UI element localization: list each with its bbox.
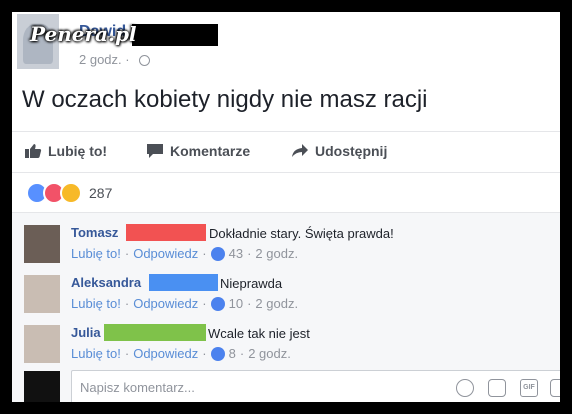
reactions-summary[interactable]: 287	[26, 182, 112, 204]
comment-text: Wcale tak nie jest	[208, 326, 310, 341]
comment-meta: Lubię to! · Odpowiedz · 43 · 2 godz.	[71, 246, 299, 261]
post-meta: 2 godz. ·	[79, 52, 151, 67]
commenter-avatar[interactable]	[24, 225, 60, 263]
gif-icon[interactable]: GIF	[520, 379, 538, 397]
divider	[12, 131, 560, 132]
share-button[interactable]: Udostępnij	[291, 143, 387, 159]
comment-reply-link[interactable]: Odpowiedz	[133, 296, 198, 311]
redaction-bar	[104, 324, 206, 341]
redaction-bar	[149, 274, 218, 291]
current-user-avatar	[24, 371, 60, 402]
comment-label: Komentarze	[170, 143, 251, 159]
haha-reaction-icon	[60, 182, 82, 204]
commenter-avatar[interactable]	[24, 325, 60, 363]
comment-button[interactable]: Komentarze	[146, 143, 250, 159]
comment-meta: Lubię to! · Odpowiedz · 8 · 2 godz.	[71, 346, 291, 361]
like-reaction-icon	[210, 296, 225, 311]
comment-like-link[interactable]: Lubię to!	[71, 346, 121, 361]
share-label: Udostępnij	[315, 143, 388, 159]
commenter-avatar[interactable]	[24, 275, 60, 313]
divider	[12, 172, 560, 173]
comment-input[interactable]: Napisz komentarz... GIF	[71, 370, 560, 402]
comment-item: Julia Wcale tak nie jest Lubię to! · Odp…	[12, 323, 560, 373]
comment-text: Dokładnie stary. Święta prawda!	[209, 226, 394, 241]
like-button[interactable]: Lubię to!	[24, 143, 107, 159]
comment-reply-link[interactable]: Odpowiedz	[133, 246, 198, 261]
comment-like-count[interactable]: 10	[229, 296, 243, 311]
comment-meta: Lubię to! · Odpowiedz · 10 · 2 godz.	[71, 296, 299, 311]
reaction-count: 287	[89, 185, 113, 201]
comments-section: Tomasz Dokładnie stary. Święta prawda! L…	[12, 212, 560, 402]
post-actions: Lubię to! Komentarze Udostępnij	[12, 138, 560, 168]
like-reaction-icon	[210, 246, 225, 261]
watermark-logo: Penera.pl	[30, 22, 137, 46]
sticker-icon[interactable]	[550, 379, 560, 397]
comment-time[interactable]: 2 godz.	[255, 246, 298, 261]
comment-reply-link[interactable]: Odpowiedz	[133, 346, 198, 361]
commenter-name[interactable]: Tomasz	[71, 225, 118, 240]
emoji-icon[interactable]	[456, 379, 474, 397]
post-time[interactable]: 2 godz. ·	[79, 52, 130, 67]
facebook-post: Penera.pl Dawid 2 godz. · W oczach kobie…	[12, 12, 560, 402]
comment-like-count[interactable]: 43	[229, 246, 243, 261]
comment-like-link[interactable]: Lubię to!	[71, 296, 121, 311]
comment-like-link[interactable]: Lubię to!	[71, 246, 121, 261]
thumbs-up-icon	[25, 144, 42, 158]
comment-bubble-icon	[147, 144, 163, 158]
share-arrow-icon	[292, 144, 308, 157]
comment-time[interactable]: 2 godz.	[248, 346, 291, 361]
comment-item: Tomasz Dokładnie stary. Święta prawda! L…	[12, 223, 560, 273]
commenter-name[interactable]: Aleksandra	[71, 275, 141, 290]
globe-icon	[139, 55, 151, 67]
comment-like-count[interactable]: 8	[229, 346, 236, 361]
like-reaction-icon	[210, 346, 225, 361]
comment-time[interactable]: 2 godz.	[255, 296, 298, 311]
comment-text: Nieprawda	[220, 276, 283, 291]
comment-input-placeholder: Napisz komentarz...	[80, 380, 195, 395]
commenter-name[interactable]: Julia	[71, 325, 101, 340]
camera-icon[interactable]	[488, 379, 506, 397]
comment-item: Aleksandra Nieprawda Lubię to! · Odpowie…	[12, 273, 560, 323]
redaction-bar	[126, 224, 206, 241]
post-text: W oczach kobiety nigdy nie masz racji	[22, 86, 428, 113]
redaction-bar	[132, 24, 218, 46]
like-label: Lubię to!	[48, 143, 108, 159]
